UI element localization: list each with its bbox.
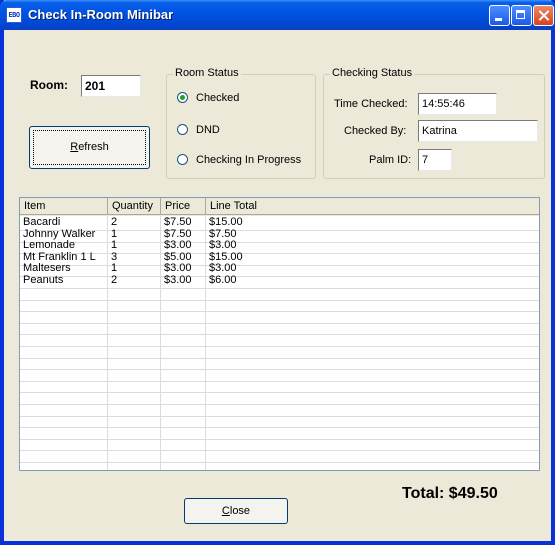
radio-label: Checking In Progress xyxy=(196,154,302,166)
room-status-title: Room Status xyxy=(173,67,241,79)
grid-line xyxy=(20,369,539,370)
table-row[interactable]: Peanuts 2 $3.00 $6.00 xyxy=(20,274,539,287)
radio-icon[interactable] xyxy=(177,92,188,103)
table-row[interactable]: Johnny Walker 1 $7.50 $7.50 xyxy=(20,228,539,241)
palm-id-label: Palm ID: xyxy=(369,154,412,166)
grid-line xyxy=(20,381,539,382)
grid-line xyxy=(20,404,539,405)
grid-line xyxy=(20,416,539,417)
palm-id-field[interactable]: 7 xyxy=(418,149,452,171)
table-row[interactable]: Bacardi 2 $7.50 $15.00 xyxy=(20,216,539,229)
grid-line xyxy=(20,450,539,451)
time-checked-label: Time Checked: xyxy=(334,98,408,110)
grid-line xyxy=(20,346,539,347)
grid-line xyxy=(20,392,539,393)
room-label: Room: xyxy=(30,78,68,92)
table-cell: 2 xyxy=(111,274,118,286)
table-header: Item Quantity Price Line Total xyxy=(20,198,539,216)
table-cell: Peanuts xyxy=(23,274,64,286)
grid-line xyxy=(20,323,539,324)
table-row[interactable]: Lemonade 1 $3.00 $3.00 xyxy=(20,239,539,252)
radio-label: DND xyxy=(196,124,220,136)
checking-status-title: Checking Status xyxy=(330,67,415,79)
radio-icon[interactable] xyxy=(177,154,188,165)
close-button-label: Close xyxy=(221,505,251,517)
radio-label: Checked xyxy=(196,92,240,104)
app-icon[interactable]: EBO xyxy=(6,7,22,23)
refresh-button[interactable]: Refresh xyxy=(29,126,150,169)
grid-line xyxy=(20,358,539,359)
table-row[interactable]: Mt Franklin 1 L 3 $5.00 $15.00 xyxy=(20,251,539,264)
column-header-price[interactable]: Price xyxy=(161,198,206,215)
room-status-group: Room Status Checked DND Checking In Prog… xyxy=(166,67,316,179)
close-button[interactable]: Close xyxy=(184,498,288,524)
checking-status-group: Checking Status Time Checked: 14:55:46 C… xyxy=(323,67,545,179)
grid-line xyxy=(20,311,539,312)
minibar-items-table[interactable]: Item Quantity Price Line Total Bacardi 2 $… xyxy=(19,197,540,471)
title-bar[interactable]: EBO Check In-Room Minibar xyxy=(0,0,555,30)
close-window-button[interactable] xyxy=(533,5,554,26)
room-input[interactable]: 201 xyxy=(81,75,141,97)
checked-by-field[interactable]: Katrina xyxy=(418,120,538,142)
column-header-line-total[interactable]: Line Total xyxy=(206,198,539,215)
grid-line xyxy=(20,462,539,463)
minimize-button[interactable] xyxy=(489,5,510,26)
window-title: Check In-Room Minibar xyxy=(28,7,174,22)
table-row[interactable]: Maltesers 1 $3.00 $3.00 xyxy=(20,262,539,275)
maximize-button[interactable] xyxy=(511,5,532,26)
radio-icon[interactable] xyxy=(177,124,188,135)
time-checked-field[interactable]: 14:55:46 xyxy=(418,93,497,115)
grid-line xyxy=(20,300,539,301)
grid-line xyxy=(20,334,539,335)
grid-line xyxy=(20,288,539,289)
total-amount: Total: $49.50 xyxy=(402,485,498,502)
grid-line xyxy=(20,439,539,440)
grid-line xyxy=(20,427,539,428)
table-cell: $6.00 xyxy=(209,274,237,286)
table-cell: $3.00 xyxy=(164,274,192,286)
column-header-quantity[interactable]: Quantity xyxy=(108,198,161,215)
checked-by-label: Checked By: xyxy=(344,125,407,137)
focus-rectangle xyxy=(33,130,146,165)
column-header-item[interactable]: Item xyxy=(20,198,108,215)
